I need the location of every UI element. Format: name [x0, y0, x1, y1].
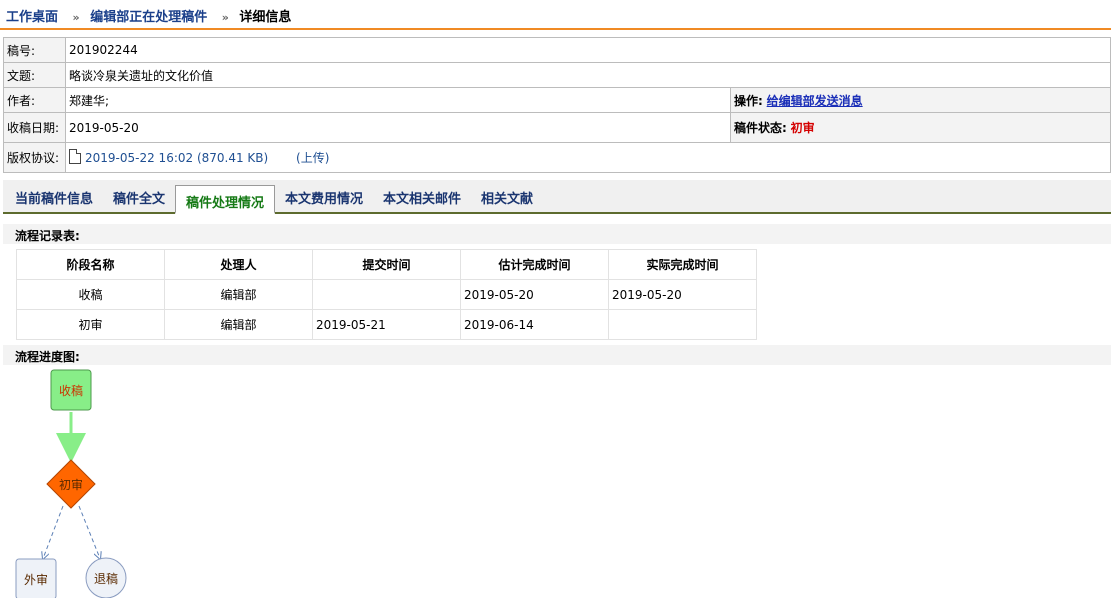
breadcrumb-separator: »	[221, 11, 229, 24]
node-external-review-label: 外审	[24, 572, 48, 587]
received-date-label: 收稿日期:	[3, 112, 66, 143]
author-value: 郑建华;	[65, 87, 731, 113]
breadcrumb-in-process-link[interactable]: 编辑部正在处理稿件	[90, 10, 207, 25]
table-header-row: 阶段名称 处理人 提交时间 估计完成时间 实际完成时间	[16, 249, 757, 280]
actual-time-cell	[608, 309, 757, 340]
actual-time-cell: 2019-05-20	[608, 279, 757, 310]
action-label: 操作:	[734, 93, 763, 108]
breadcrumb-current: 详细信息	[239, 10, 292, 25]
status-cell: 稿件状态: 初审	[730, 112, 1111, 143]
column-header: 处理人	[164, 249, 313, 280]
handler-cell: 编辑部	[164, 279, 313, 310]
arrow-review-to-external	[44, 505, 64, 556]
processing-panel: 流程记录表: 阶段名称 处理人 提交时间 估计完成时间 实际完成时间 收稿 编辑…	[3, 214, 1111, 598]
node-rejected-label: 退稿	[94, 571, 118, 586]
flow-records-table: 阶段名称 处理人 提交时间 估计完成时间 实际完成时间 收稿 编辑部 2019-…	[16, 249, 757, 340]
status-label: 稿件状态:	[734, 121, 787, 135]
title-label: 文题:	[3, 62, 66, 88]
estimated-time-cell: 2019-06-14	[460, 309, 609, 340]
node-initial-review-label: 初审	[59, 477, 83, 492]
breadcrumb-separator: »	[72, 11, 80, 24]
submit-time-cell: 2019-05-21	[312, 309, 461, 340]
node-received-label: 收稿	[59, 383, 83, 398]
table-row: 初审 编辑部 2019-05-21 2019-06-14	[16, 309, 757, 340]
tab-fulltext[interactable]: 稿件全文	[113, 188, 165, 207]
id-label: 稿号:	[3, 37, 66, 63]
column-header: 提交时间	[312, 249, 461, 280]
handler-cell: 编辑部	[164, 309, 313, 340]
tab-emails[interactable]: 本文相关邮件	[383, 188, 461, 207]
tab-current-info[interactable]: 当前稿件信息	[15, 188, 93, 207]
copyright-value: 2019-05-22 16:02 (870.41 KB) (上传)	[65, 142, 1111, 173]
estimated-time-cell: 2019-05-20	[460, 279, 609, 310]
received-date-value: 2019-05-20	[65, 112, 731, 143]
arrow-review-to-reject	[78, 505, 99, 556]
title-value: 略谈冷泉关遗址的文化价值	[65, 62, 1111, 88]
submit-time-cell	[312, 279, 461, 310]
action-cell: 操作: 给编辑部发送消息	[730, 87, 1111, 113]
column-header: 实际完成时间	[608, 249, 757, 280]
tab-fees[interactable]: 本文费用情况	[285, 188, 363, 207]
tab-processing[interactable]: 稿件处理情况	[175, 185, 276, 214]
status-value: 初审	[790, 121, 815, 135]
flow-chart: 收稿 初审 外审 退稿	[15, 369, 127, 598]
breadcrumb-desktop-link[interactable]: 工作桌面	[6, 10, 58, 25]
stage-cell: 收稿	[16, 279, 165, 310]
id-value: 201902244	[65, 37, 1111, 63]
column-header: 阶段名称	[16, 249, 165, 280]
breadcrumb: 工作桌面 » 编辑部正在处理稿件 » 详细信息	[0, 0, 1111, 30]
tab-related-literature[interactable]: 相关文献	[481, 188, 533, 207]
manuscript-info-table: 稿号: 201902244 文题: 略谈冷泉关遗址的文化价值 作者: 郑建华; …	[3, 37, 1111, 173]
tab-bar: 当前稿件信息 稿件全文 稿件处理情况 本文费用情况 本文相关邮件 相关文献	[3, 180, 1111, 214]
stage-cell: 初审	[16, 309, 165, 340]
author-label: 作者:	[3, 87, 66, 113]
flow-records-title: 流程记录表:	[3, 224, 1111, 244]
copyright-file-link[interactable]: 2019-05-22 16:02 (870.41 KB)	[85, 151, 268, 165]
table-row: 收稿 编辑部 2019-05-20 2019-05-20	[16, 279, 757, 310]
document-icon	[69, 149, 81, 164]
copyright-label: 版权协议:	[3, 142, 66, 173]
upload-link[interactable]: (上传)	[296, 151, 329, 165]
flow-chart-title: 流程进度图:	[3, 345, 1111, 365]
column-header: 估计完成时间	[460, 249, 609, 280]
send-message-link[interactable]: 给编辑部发送消息	[767, 94, 863, 108]
